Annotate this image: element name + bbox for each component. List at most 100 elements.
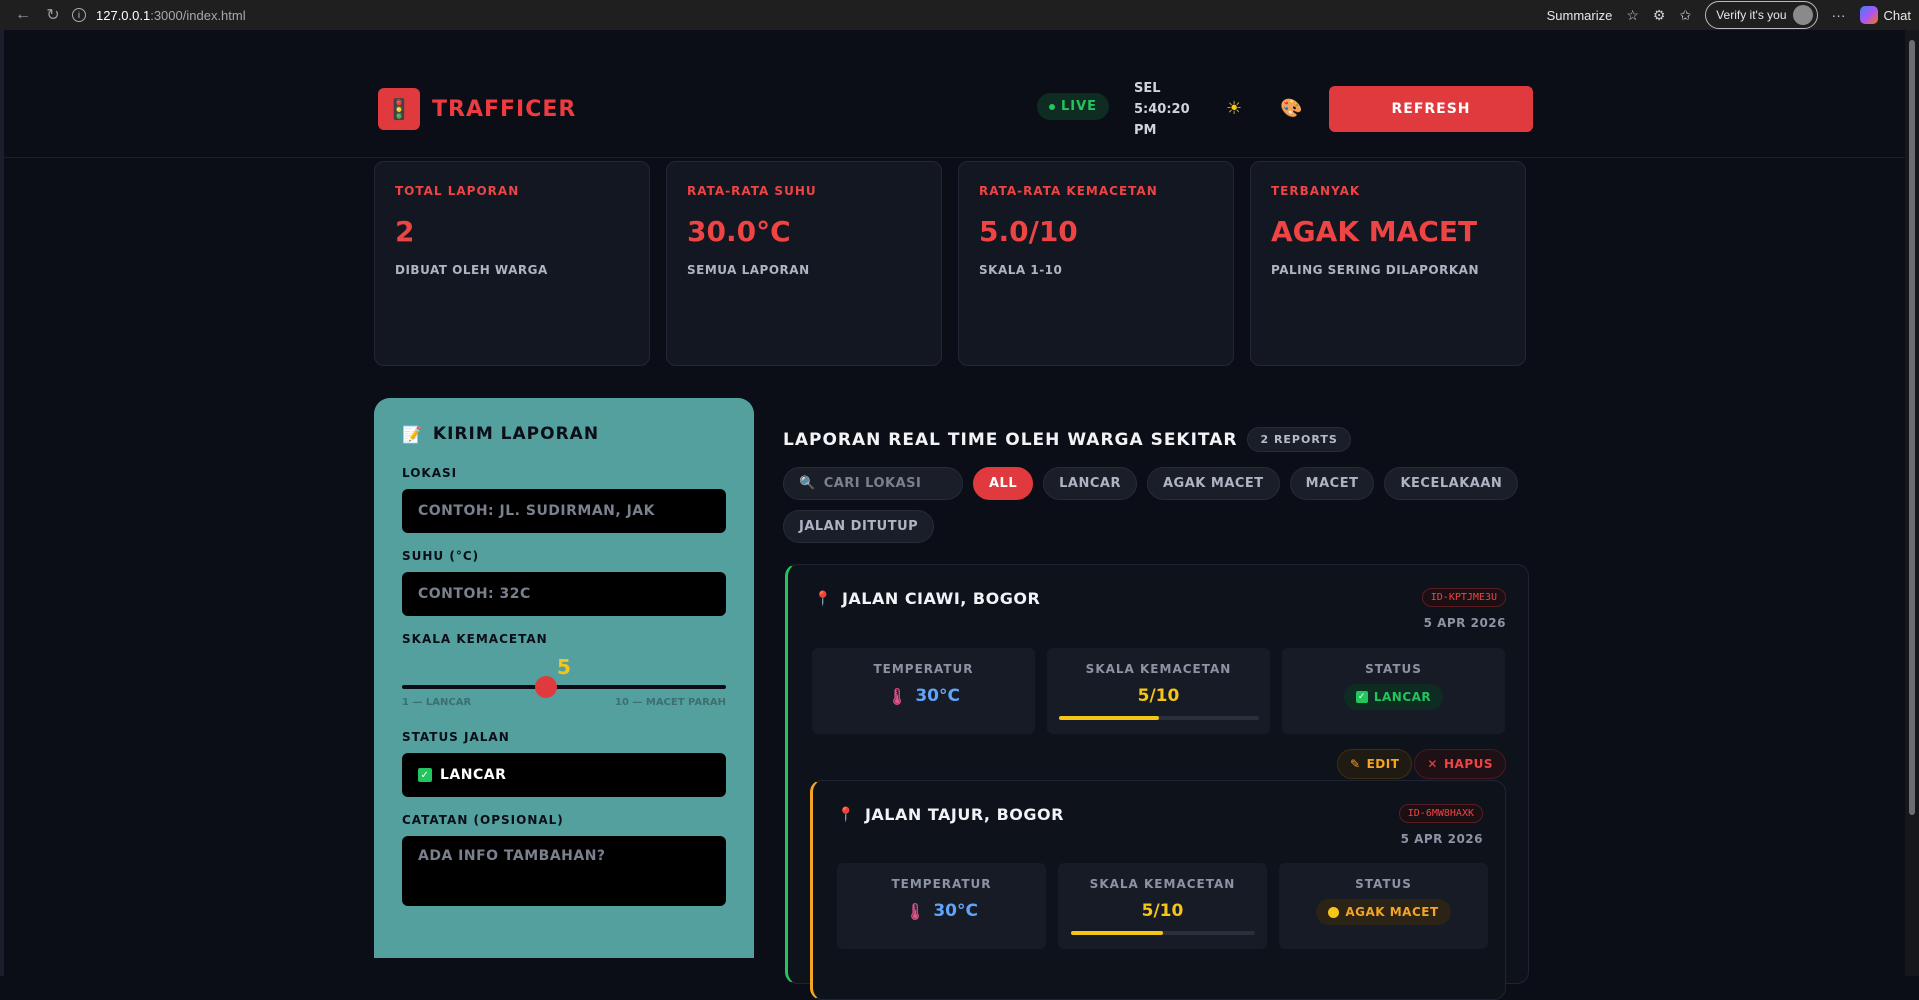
lokasi-label: LOKASI [402,466,458,480]
temperature-text: 30°C [915,686,960,706]
filter-lancar[interactable]: LANCAR [1043,467,1137,500]
stat-sub: PALING SERING DILAPORKAN [1271,263,1480,277]
filter-macet[interactable]: MACET [1289,467,1375,500]
skala-slider[interactable] [402,676,726,698]
report-title-text: JALAN CIAWI, BOGOR [841,589,1041,608]
congestion-bar-fill [1070,931,1163,935]
congestion-value: 5/10 [1137,686,1180,706]
status-select[interactable]: ✓ LANCAR [402,753,726,797]
star-icon[interactable]: ☆ [1626,7,1639,24]
delete-button[interactable]: ✕ HAPUS [1414,749,1506,779]
address-bar[interactable]: i 127.0.0.1:3000/index.html [72,8,246,23]
slider-scale: 1 — LANCAR 10 — MACET PARAH [402,697,726,708]
search-placeholder: CARI LOKASI [823,476,922,491]
stat-label: RATA-RATA KEMACETAN [979,184,1158,198]
filter-jalan-ditutup[interactable]: JALAN DITUTUP [783,510,935,543]
congestion-card: SKALA KEMACETAN 5/10 [1047,648,1270,734]
refresh-button[interactable]: REFRESH [1329,86,1533,132]
temperature-text: 30°C [933,901,978,921]
close-icon: ✕ [1427,757,1438,771]
filter-bar: 🔍 CARI LOKASI ALL LANCAR AGAK MACET MACE… [783,467,1543,543]
edit-button[interactable]: ✎ EDIT [1337,749,1413,779]
search-input[interactable]: 🔍 CARI LOKASI [783,467,963,500]
scrollbar-thumb[interactable] [1909,40,1915,815]
status-card: STATUS ✓ LANCAR [1282,648,1505,734]
list-title: LAPORAN REAL TIME OLEH WARGA SEKITAR [783,429,1238,450]
catatan-textarea[interactable]: ADA INFO TAMBAHAN? [402,836,726,906]
extensions-icon[interactable]: ⚙ [1653,7,1666,24]
reload-icon[interactable]: ↻ [38,5,68,25]
filter-all[interactable]: ALL [973,467,1034,500]
edit-label: EDIT [1366,757,1400,771]
more-icon[interactable]: ··· [1832,7,1846,23]
stats-row: TOTAL LAPORAN 2 DIBUAT OLEH WARGA RATA-R… [374,161,1526,366]
status-card: STATUS AGAK MACET [1279,863,1488,949]
filter-agak-macet[interactable]: AGAK MACET [1146,467,1280,500]
status-badge: AGAK MACET [1316,899,1451,925]
back-icon[interactable]: ← [8,6,38,24]
browser-toolbar: ← ↻ i 127.0.0.1:3000/index.html Summariz… [0,0,1919,30]
congestion-bar [1070,931,1255,935]
stat-card-terbanyak: TERBANYAK AGAK MACET PALING SERING DILAP… [1250,161,1526,366]
status-text: AGAK MACET [1345,905,1439,919]
report-card: 📍 JALAN TAJUR, BOGOR ID-6MW8HAXK 5 APR 2… [810,780,1506,1000]
congestion-bar [1058,716,1259,720]
stat-card-kemacetan: RATA-RATA KEMACETAN 5.0/10 SKALA 1-10 [958,161,1234,366]
congestion-card: SKALA KEMACETAN 5/10 [1058,863,1267,949]
status-dot-icon [1328,906,1340,918]
pin-icon: 📍 [814,590,832,607]
report-title: 📍 JALAN CIAWI, BOGOR [814,589,1040,608]
stat-label: TOTAL LAPORAN [395,184,520,198]
report-date: 5 APR 2026 [1400,832,1483,846]
temperature-label: TEMPERATUR [873,662,974,676]
traffic-light-icon: 🚦 [378,88,420,130]
thermometer-icon: 🌡 [887,686,908,706]
stat-label: RATA-RATA SUHU [687,184,817,198]
slider-knob[interactable] [534,676,557,698]
clock: SEL 5:40:20 PM [1134,81,1190,138]
skala-value: 5 [557,655,571,679]
brand-name: TRAFFICER [432,96,577,122]
chat-label: Chat [1883,7,1911,23]
app-header: 🚦 TRAFFICER LIVE SEL 5:40:20 PM ☀ 🎨 REFR… [4,30,1919,158]
live-badge: LIVE [1037,93,1110,120]
verify-label: Verify it's you [1716,8,1787,22]
catatan-label: CATATAN (OPSIONAL) [402,813,564,827]
pin-icon: 📍 [837,806,855,823]
report-form: 📝 KIRIM LAPORAN LOKASI CONTOH: JL. SUDIR… [374,398,754,958]
search-icon: 🔍 [799,476,816,491]
site-info-icon[interactable]: i [72,8,86,22]
stat-value: 5.0/10 [979,215,1078,248]
status-value: LANCAR [440,767,507,783]
copilot-icon [1859,6,1878,24]
lokasi-input[interactable]: CONTOH: JL. SUDIRMAN, JAK [402,489,726,533]
thermometer-icon: 🌡 [905,901,926,921]
palette-icon[interactable]: 🎨 [1280,98,1302,119]
check-icon: ✓ [418,768,432,782]
temperature-label: TEMPERATUR [891,877,992,891]
favorites-icon[interactable]: ✩ [1679,7,1691,24]
page-scrollbar[interactable] [1905,30,1919,976]
report-metrics: TEMPERATUR 🌡 30°C SKALA KEMACETAN 5/10 ST… [812,648,1505,734]
delete-label: HAPUS [1443,757,1493,771]
report-date: 5 APR 2026 [1423,616,1506,630]
stat-card-suhu: RATA-RATA SUHU 30.0°C SEMUA LAPORAN [666,161,942,366]
filter-kecelakaan[interactable]: KECELAKAAN [1384,467,1519,500]
suhu-input[interactable]: CONTOH: 32C [402,572,726,616]
sun-icon[interactable]: ☀ [1226,98,1242,119]
chat-button[interactable]: Chat [1859,6,1911,24]
status-text: LANCAR [1373,690,1432,704]
temperature-value: 🌡 30°C [837,901,1046,921]
stat-sub: SEMUA LAPORAN [687,263,810,277]
summarize-button[interactable]: Summarize [1547,8,1613,23]
list-header: LAPORAN REAL TIME OLEH WARGA SEKITAR 2 R… [783,427,1351,452]
stat-sub: DIBUAT OLEH WARGA [395,263,548,277]
report-id-badge: ID-KPTJME3U [1421,588,1506,607]
live-label: LIVE [1061,99,1098,114]
url-host: 127.0.0.1 [96,7,151,23]
brand[interactable]: 🚦 TRAFFICER [378,88,576,130]
verify-profile-button[interactable]: Verify it's you [1705,1,1818,29]
report-metrics: TEMPERATUR 🌡 30°C SKALA KEMACETAN 5/10 ST… [837,863,1488,949]
status-badge: ✓ LANCAR [1343,684,1444,710]
temperature-card: TEMPERATUR 🌡 30°C [837,863,1046,949]
